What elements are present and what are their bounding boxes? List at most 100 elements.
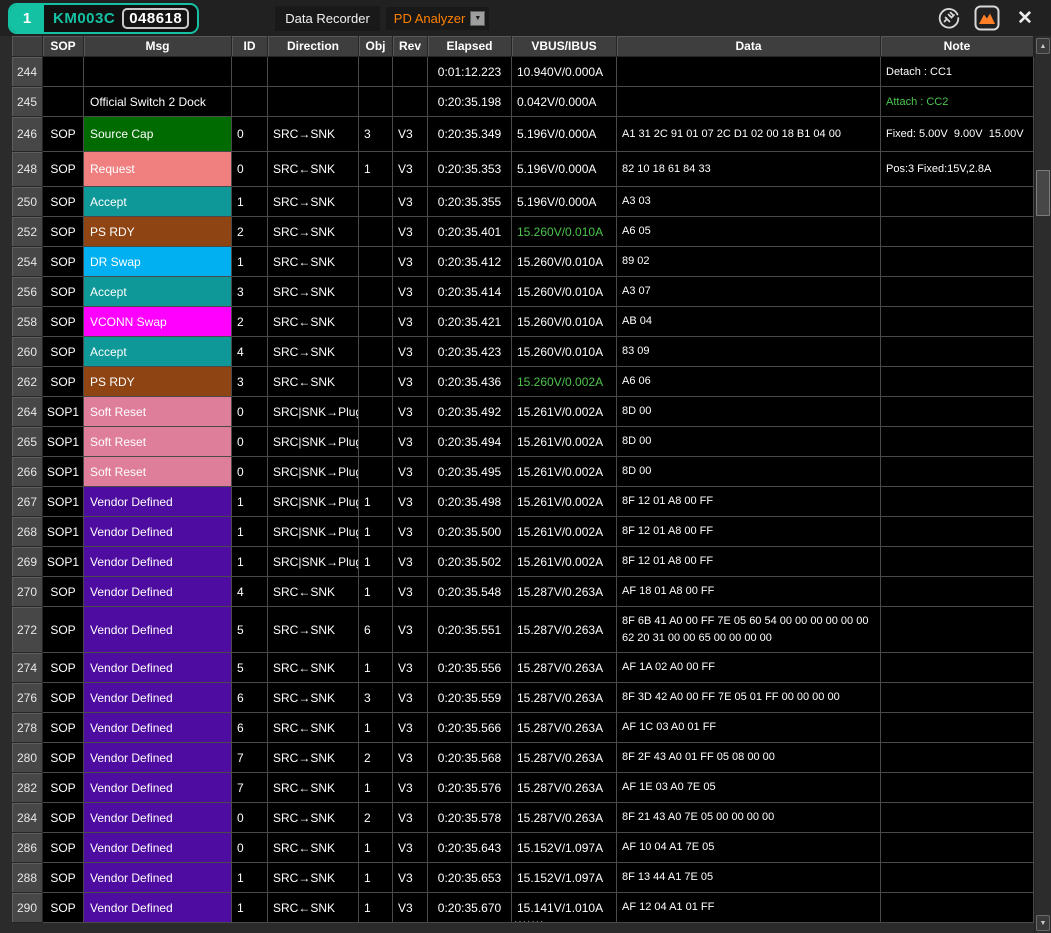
- cell-obj: 1: [359, 893, 393, 923]
- table-row[interactable]: 269SOP1Vendor Defined1SRC|SNK→Plug1V30:2…: [12, 547, 1034, 577]
- splitter-grip[interactable]: ·······: [514, 919, 544, 924]
- connection-icon[interactable]: [935, 4, 963, 32]
- column-header-direction[interactable]: Direction: [268, 36, 359, 57]
- scroll-down-icon[interactable]: ▼: [1036, 915, 1050, 931]
- table-row[interactable]: 248SOPRequest0SRC←SNK1V30:20:35.3535.196…: [12, 152, 1034, 187]
- cell-data: 8F 12 01 A8 00 FF: [617, 487, 881, 517]
- cell-note: [881, 833, 1034, 863]
- column-header-note[interactable]: Note: [881, 36, 1034, 57]
- cell-sop: SOP1: [43, 487, 84, 517]
- cell-data: A3 07: [617, 277, 881, 307]
- column-header-rev[interactable]: Rev: [393, 36, 428, 57]
- row-number[interactable]: 288: [12, 863, 43, 893]
- row-number[interactable]: 245: [12, 87, 43, 117]
- row-number[interactable]: 286: [12, 833, 43, 863]
- table-row[interactable]: 2440:01:12.22310.940V/0.000ADetach : CC1: [12, 57, 1034, 87]
- table-row[interactable]: 270SOPVendor Defined4SRC←SNK1V30:20:35.5…: [12, 577, 1034, 607]
- table-row[interactable]: 260SOPAccept4SRC→SNKV30:20:35.42315.260V…: [12, 337, 1034, 367]
- cell-direction: SRC→SNK: [268, 337, 359, 367]
- table-row[interactable]: 278SOPVendor Defined6SRC←SNK1V30:20:35.5…: [12, 713, 1034, 743]
- row-number[interactable]: 258: [12, 307, 43, 337]
- column-header-elapsed[interactable]: Elapsed: [428, 36, 512, 57]
- row-number[interactable]: 244: [12, 57, 43, 87]
- row-number[interactable]: 274: [12, 653, 43, 683]
- table-row[interactable]: 264SOP1Soft Reset0SRC|SNK→PlugV30:20:35.…: [12, 397, 1034, 427]
- table-row[interactable]: 258SOPVCONN Swap2SRC←SNKV30:20:35.42115.…: [12, 307, 1034, 337]
- table-row[interactable]: 246SOPSource Cap0SRC→SNK3V30:20:35.3495.…: [12, 117, 1034, 152]
- row-number[interactable]: 250: [12, 187, 43, 217]
- column-header-rownum[interactable]: [12, 36, 43, 57]
- device-tab[interactable]: 1 KM003C 048618: [8, 3, 199, 34]
- row-number[interactable]: 260: [12, 337, 43, 367]
- table-row[interactable]: 266SOP1Soft Reset0SRC|SNK→PlugV30:20:35.…: [12, 457, 1034, 487]
- cell-id: 0: [232, 833, 268, 863]
- table-row[interactable]: 286SOPVendor Defined0SRC←SNK1V30:20:35.6…: [12, 833, 1034, 863]
- row-number[interactable]: 270: [12, 577, 43, 607]
- table-row[interactable]: 252SOPPS RDY2SRC→SNKV30:20:35.40115.260V…: [12, 217, 1034, 247]
- row-number[interactable]: 280: [12, 743, 43, 773]
- cell-elapsed: 0:20:35.492: [428, 397, 512, 427]
- table-row[interactable]: 262SOPPS RDY3SRC←SNKV30:20:35.43615.260V…: [12, 367, 1034, 397]
- row-number[interactable]: 268: [12, 517, 43, 547]
- row-number[interactable]: 256: [12, 277, 43, 307]
- cell-msg: Vendor Defined: [84, 607, 232, 653]
- column-header-sop[interactable]: SOP: [43, 36, 84, 57]
- row-number[interactable]: 264: [12, 397, 43, 427]
- row-number[interactable]: 267: [12, 487, 43, 517]
- scroll-up-icon[interactable]: ▲: [1036, 38, 1050, 54]
- table-row[interactable]: 284SOPVendor Defined0SRC→SNK2V30:20:35.5…: [12, 803, 1034, 833]
- row-number[interactable]: 276: [12, 683, 43, 713]
- cell-data: 82 10 18 61 84 33: [617, 152, 881, 187]
- row-number[interactable]: 272: [12, 607, 43, 653]
- table-row[interactable]: 256SOPAccept3SRC→SNKV30:20:35.41415.260V…: [12, 277, 1034, 307]
- row-number[interactable]: 254: [12, 247, 43, 277]
- cell-sop: SOP: [43, 247, 84, 277]
- table-row[interactable]: 282SOPVendor Defined7SRC←SNK1V30:20:35.5…: [12, 773, 1034, 803]
- cell-vbus: 15.152V/1.097A: [512, 863, 617, 893]
- waveform-chart-icon[interactable]: [973, 4, 1001, 32]
- cell-elapsed: 0:20:35.578: [428, 803, 512, 833]
- table-row[interactable]: 280SOPVendor Defined7SRC→SNK2V30:20:35.5…: [12, 743, 1034, 773]
- row-number[interactable]: 252: [12, 217, 43, 247]
- row-number[interactable]: 265: [12, 427, 43, 457]
- vertical-scrollbar[interactable]: ▲ ▼: [1034, 36, 1051, 933]
- row-number[interactable]: 269: [12, 547, 43, 577]
- row-number[interactable]: 282: [12, 773, 43, 803]
- row-number[interactable]: 290: [12, 893, 43, 923]
- close-icon[interactable]: ✕: [1011, 4, 1039, 32]
- table-row[interactable]: 267SOP1Vendor Defined1SRC|SNK→Plug1V30:2…: [12, 487, 1034, 517]
- row-number[interactable]: 284: [12, 803, 43, 833]
- table-row[interactable]: 265SOP1Soft Reset0SRC|SNK→PlugV30:20:35.…: [12, 427, 1034, 457]
- table-row[interactable]: 272SOPVendor Defined5SRC→SNK6V30:20:35.5…: [12, 607, 1034, 653]
- cell-vbus: 5.196V/0.000A: [512, 152, 617, 187]
- column-header-data[interactable]: Data: [617, 36, 881, 57]
- row-number[interactable]: 266: [12, 457, 43, 487]
- table-row[interactable]: 268SOP1Vendor Defined1SRC|SNK→Plug1V30:2…: [12, 517, 1034, 547]
- column-header-id[interactable]: ID: [232, 36, 268, 57]
- data-recorder-button[interactable]: Data Recorder: [275, 6, 380, 31]
- scrollbar-thumb[interactable]: [1036, 170, 1050, 216]
- table-row[interactable]: 254SOPDR Swap1SRC←SNKV30:20:35.41215.260…: [12, 247, 1034, 277]
- table-row[interactable]: 245Official Switch 2 Dock0:20:35.1980.04…: [12, 87, 1034, 117]
- table-row[interactable]: 276SOPVendor Defined6SRC→SNK3V30:20:35.5…: [12, 683, 1034, 713]
- cell-msg: Vendor Defined: [84, 893, 232, 923]
- cell-sop: SOP: [43, 187, 84, 217]
- cell-obj: 3: [359, 117, 393, 152]
- column-header-obj[interactable]: Obj: [359, 36, 393, 57]
- cell-direction: SRC→SNK: [268, 277, 359, 307]
- pd-analyzer-dropdown[interactable]: PD Analyzer ▼: [386, 7, 490, 30]
- row-number[interactable]: 262: [12, 367, 43, 397]
- cell-elapsed: 0:01:12.223: [428, 57, 512, 87]
- cell-sop: SOP: [43, 683, 84, 713]
- column-header-vbus-ibus[interactable]: VBUS/IBUS: [512, 36, 617, 57]
- device-tab-number[interactable]: 1: [10, 5, 44, 32]
- row-number[interactable]: 246: [12, 117, 43, 152]
- table-row[interactable]: 274SOPVendor Defined5SRC←SNK1V30:20:35.5…: [12, 653, 1034, 683]
- table-row[interactable]: 288SOPVendor Defined1SRC→SNK1V30:20:35.6…: [12, 863, 1034, 893]
- cell-data: AF 1C 03 A0 01 FF: [617, 713, 881, 743]
- table-row[interactable]: 250SOPAccept1SRC→SNKV30:20:35.3555.196V/…: [12, 187, 1034, 217]
- row-number[interactable]: 248: [12, 152, 43, 187]
- cell-vbus: 15.261V/0.002A: [512, 547, 617, 577]
- column-header-msg[interactable]: Msg: [84, 36, 232, 57]
- row-number[interactable]: 278: [12, 713, 43, 743]
